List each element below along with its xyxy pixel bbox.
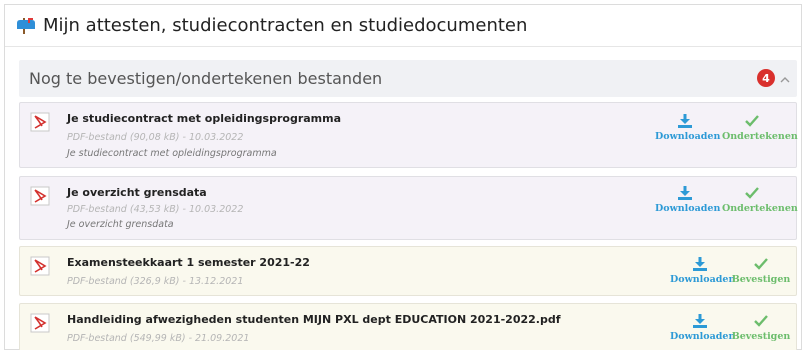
sign-label: Ondertekenen bbox=[722, 203, 798, 214]
document-row: Handleiding afwezigheden studenten MIJN … bbox=[19, 303, 797, 350]
download-label: Downloaden bbox=[655, 131, 721, 142]
download-button[interactable]: Downloaden bbox=[670, 313, 736, 342]
confirm-label: Bevestigen bbox=[731, 331, 791, 342]
download-button[interactable]: Downloaden bbox=[655, 185, 721, 214]
section-title: Nog te bevestigen/ondertekenen bestanden bbox=[29, 69, 383, 88]
download-button[interactable]: Downloaden bbox=[655, 113, 721, 142]
confirm-button[interactable]: Bevestigen bbox=[731, 313, 791, 342]
chevron-up-icon[interactable] bbox=[779, 71, 791, 83]
pdf-file-icon bbox=[30, 112, 50, 132]
count-badge: 4 bbox=[757, 69, 775, 87]
sign-label: Ondertekenen bbox=[722, 131, 798, 142]
document-meta: PDF-bestand (43,53 kB) - 10.03.2022 bbox=[67, 204, 244, 215]
download-label: Downloaden bbox=[655, 203, 721, 214]
page-title: Mijn attesten, studiecontracten en studi… bbox=[43, 15, 528, 36]
documents-panel: Mijn attesten, studiecontracten en studi… bbox=[4, 4, 802, 350]
panel-header: Mijn attesten, studiecontracten en studi… bbox=[5, 5, 801, 47]
checkmark-icon bbox=[744, 185, 760, 201]
download-icon bbox=[692, 313, 708, 329]
download-label: Downloaden bbox=[670, 331, 736, 342]
document-name[interactable]: Handleiding afwezigheden studenten MIJN … bbox=[67, 313, 561, 326]
document-meta: PDF-bestand (90,08 kB) - 10.03.2022 bbox=[67, 132, 244, 143]
download-label: Downloaden bbox=[670, 274, 736, 285]
document-description: Je studiecontract met opleidingsprogramm… bbox=[67, 148, 277, 159]
pdf-file-icon bbox=[30, 256, 50, 276]
checkmark-icon bbox=[744, 113, 760, 129]
confirm-button[interactable]: Bevestigen bbox=[731, 256, 791, 285]
download-icon bbox=[677, 113, 693, 129]
document-name[interactable]: Je studiecontract met opleidingsprogramm… bbox=[67, 112, 341, 125]
confirm-label: Bevestigen bbox=[731, 274, 791, 285]
document-name[interactable]: Je overzicht grensdata bbox=[67, 186, 207, 199]
pdf-file-icon bbox=[30, 186, 50, 206]
document-name[interactable]: Examensteekkaart 1 semester 2021-22 bbox=[67, 256, 310, 269]
sign-button[interactable]: Ondertekenen bbox=[722, 185, 798, 214]
download-button[interactable]: Downloaden bbox=[670, 256, 736, 285]
sign-button[interactable]: Ondertekenen bbox=[722, 113, 798, 142]
pending-section: Nog te bevestigen/ondertekenen bestanden… bbox=[19, 60, 798, 350]
mailbox-icon bbox=[15, 17, 37, 35]
checkmark-icon bbox=[753, 256, 769, 272]
section-header[interactable]: Nog te bevestigen/ondertekenen bestanden… bbox=[19, 60, 797, 97]
pdf-file-icon bbox=[30, 313, 50, 333]
checkmark-icon bbox=[753, 313, 769, 329]
document-description: Je overzicht grensdata bbox=[67, 219, 174, 230]
document-row: Examensteekkaart 1 semester 2021-22 PDF-… bbox=[19, 246, 797, 296]
document-row: Je overzicht grensdata PDF-bestand (43,5… bbox=[19, 176, 798, 240]
download-icon bbox=[677, 185, 693, 201]
document-meta: PDF-bestand (326,9 kB) - 13.12.2021 bbox=[67, 276, 244, 287]
document-row: Je studiecontract met opleidingsprogramm… bbox=[19, 102, 798, 168]
document-meta: PDF-bestand (549,99 kB) - 21.09.2021 bbox=[67, 333, 250, 344]
download-icon bbox=[692, 256, 708, 272]
